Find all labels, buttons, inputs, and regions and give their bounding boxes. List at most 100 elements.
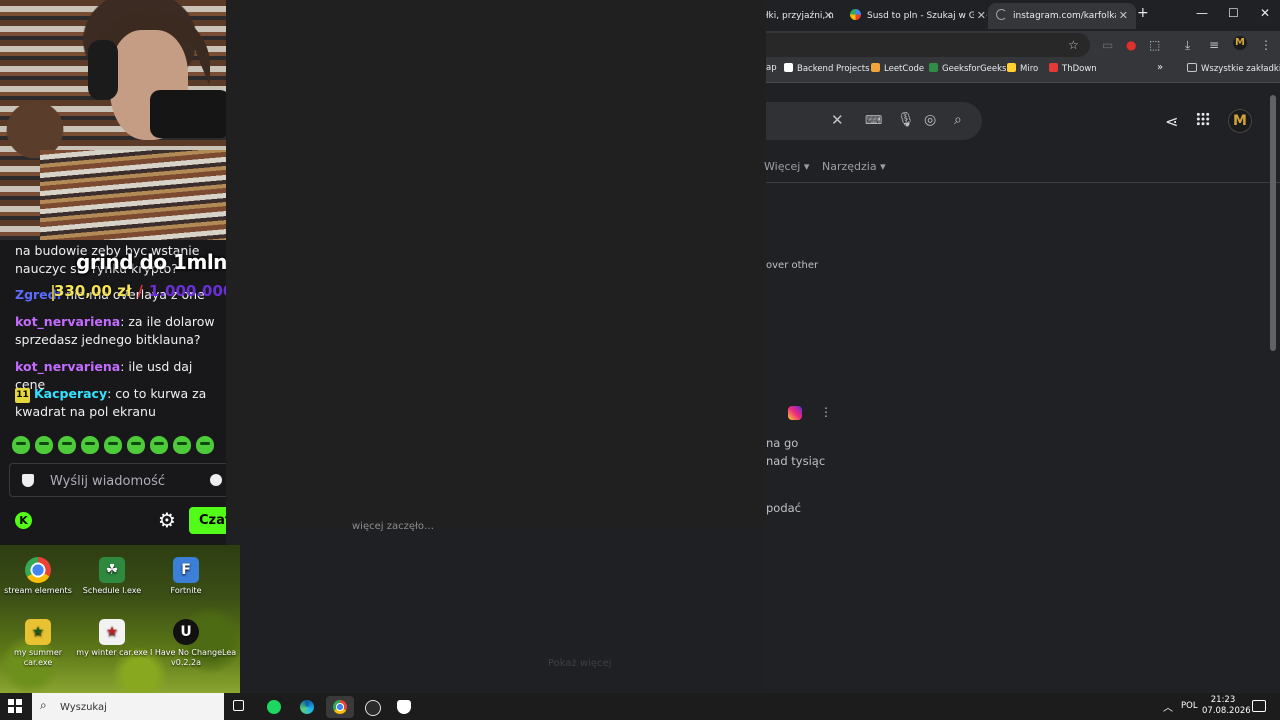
system-clock[interactable]: 21:23 07.08.2026 [1202,695,1251,717]
spotify-icon[interactable] [263,696,285,718]
chat-username[interactable]: kot_nervariena [15,314,120,329]
desktop-icon-stream-elements[interactable]: stream elements [0,557,76,596]
windows-start-icon[interactable] [8,699,22,713]
emote-icon[interactable] [127,436,145,454]
schedule-icon: ☘ [99,557,125,583]
filter-tools[interactable]: Narzędzia ▾ [822,160,886,173]
thdown-favicon-icon [1049,63,1058,72]
bookmark-item[interactable]: Miro [1007,63,1038,74]
close-window-button[interactable]: ✕ [1260,6,1270,20]
desktop-icon-schedule[interactable]: ☘ Schedule I.exe [74,557,150,596]
emoji-picker-icon[interactable] [210,474,222,486]
bookmarks-bar: ap Backend Projects LeetCode GeeksforGee… [766,58,1280,83]
bookmark-item[interactable]: ap [766,63,777,73]
desktop-icon-label: my summer car.exe [13,648,63,667]
tab-instagram-active[interactable]: instagram.com/karfolka/ ✕ [988,3,1136,29]
desktop-icon-no-change[interactable]: U I Have No Change v0.2.2a [148,619,224,668]
input-language[interactable]: POL [1181,701,1198,711]
filter-more[interactable]: Więcej ▾ [764,160,809,173]
google-lens-icon[interactable]: ◎ [924,112,936,128]
profile-avatar[interactable]: M [1233,36,1247,50]
desktop-icon-league[interactable]: Lea [222,619,240,658]
summer-car-icon: ★ [25,619,51,645]
task-view-icon[interactable] [229,696,251,718]
clear-search-icon[interactable]: ✕ [831,111,844,129]
chat-input-box [9,463,226,497]
emote-icon[interactable] [35,436,53,454]
emote-icon[interactable] [58,436,76,454]
chat-message-input[interactable] [48,470,202,492]
instagram-icon[interactable] [788,406,802,420]
emote-bar [12,436,214,456]
google-search-box[interactable]: ✕ ⌨ 🎙 ◎ ⌕ [766,102,982,140]
bookmark-item[interactable]: Backend Projects [784,63,870,74]
account-avatar[interactable]: M [1228,109,1252,133]
chat-settings-gear-icon[interactable]: ⚙ [157,510,177,530]
cast-icon[interactable]: ▭ [1102,38,1113,52]
desktop-icon-label: Schedule I.exe [82,586,142,595]
tab-2[interactable]: Susd to pln - Szukaj w Goo ✕ [846,3,994,29]
minimize-button[interactable]: — [1196,6,1208,20]
microphone-icon[interactable]: 🎙 [897,112,915,128]
tab-strip: łki, przyjaźni, n ✕ Susd to pln - Szukaj… [766,0,1280,31]
league-icon [222,619,240,645]
tab-1[interactable]: łki, przyjaźni, n ✕ [766,3,841,29]
chrome-menu-icon[interactable]: ⋮ [1260,38,1272,52]
chat-username[interactable]: kot_nervariena [15,359,120,374]
opera-extension-icon[interactable]: ● [1126,38,1136,52]
result-snippet: nad tysiąc [766,454,826,468]
desktop-icon-winter-car[interactable]: ★ my winter car.exe [74,619,150,658]
bookmark-item[interactable]: LeetCode [871,63,924,74]
close-tab-icon[interactable]: ✕ [824,3,833,29]
winter-car-icon: ★ [99,619,125,645]
bookmarks-overflow-chevron-icon[interactable]: » [1157,62,1163,73]
shield-icon[interactable] [22,474,34,487]
maximize-button[interactable]: ☐ [1228,6,1239,20]
close-tab-icon[interactable]: ✕ [973,3,986,29]
page-scrollbar[interactable] [1270,95,1276,351]
emote-icon[interactable] [173,436,191,454]
desktop-icon-summer-car[interactable]: ★ my summer car.exe [0,619,76,668]
taskbar-search-box[interactable]: ⌕ [32,693,224,720]
taskbar-search-input[interactable] [58,698,212,716]
share-icon[interactable]: ⋖ [1165,112,1178,131]
notification-icon[interactable] [1252,700,1266,712]
close-tab-icon[interactable]: ✕ [1115,3,1128,29]
search-icon[interactable]: ⌕ [954,112,962,128]
emote-icon[interactable] [196,436,214,454]
tray-overflow-chevron-icon[interactable]: ︿ [1163,699,1173,714]
app-cat-icon[interactable] [393,696,415,718]
chrome-taskbar-icon[interactable] [326,696,354,718]
address-bar[interactable] [766,33,1090,57]
emote-icon[interactable] [150,436,168,454]
result-snippet: over other [766,260,819,271]
bookmark-item[interactable]: ThDown [1049,63,1097,74]
emote-icon[interactable] [104,436,122,454]
emote-icon[interactable] [81,436,99,454]
more-options-icon[interactable]: ⋮ [820,405,832,419]
edge-icon[interactable] [296,696,318,718]
fortnite-icon: F [173,557,199,583]
all-bookmarks-folder[interactable]: Wszystkie zakładki [1187,63,1280,74]
show-more-link[interactable]: Pokaż więcej [548,658,612,669]
emote-icon[interactable] [12,436,30,454]
chat-send-button[interactable]: Czat [189,507,226,534]
result-snippet: na go [766,436,799,450]
keyboard-icon[interactable]: ⌨ [865,113,882,127]
media-control-icon[interactable]: ≡ [1209,38,1219,52]
extensions-puzzle-icon[interactable]: ⬚ [1149,38,1160,52]
google-search-page: ✕ ⌨ 🎙 ◎ ⌕ ⋖ M Więcej ▾ Narzędzia ▾ over … [764,83,1280,693]
bookmark-item[interactable]: GeeksforGeeks [929,63,1006,74]
subscriber-badge: 11 [15,388,30,403]
google-apps-icon[interactable] [1196,112,1210,126]
new-tab-button[interactable]: + [1137,5,1149,21]
desktop-icon-fortnite[interactable]: F Fortnite [148,557,224,596]
clock-time: 21:23 [1210,695,1236,705]
download-icon[interactable]: ⤓ [1185,38,1190,53]
obs-icon[interactable] [361,696,383,718]
chat-username[interactable]: Kacperacy [34,386,107,401]
bookmark-star-icon[interactable]: ☆ [1068,38,1079,52]
microphone [150,90,226,138]
result-snippet-partial: więcej zaczęło… [352,521,434,532]
kick-logo-icon[interactable]: K [15,512,32,529]
